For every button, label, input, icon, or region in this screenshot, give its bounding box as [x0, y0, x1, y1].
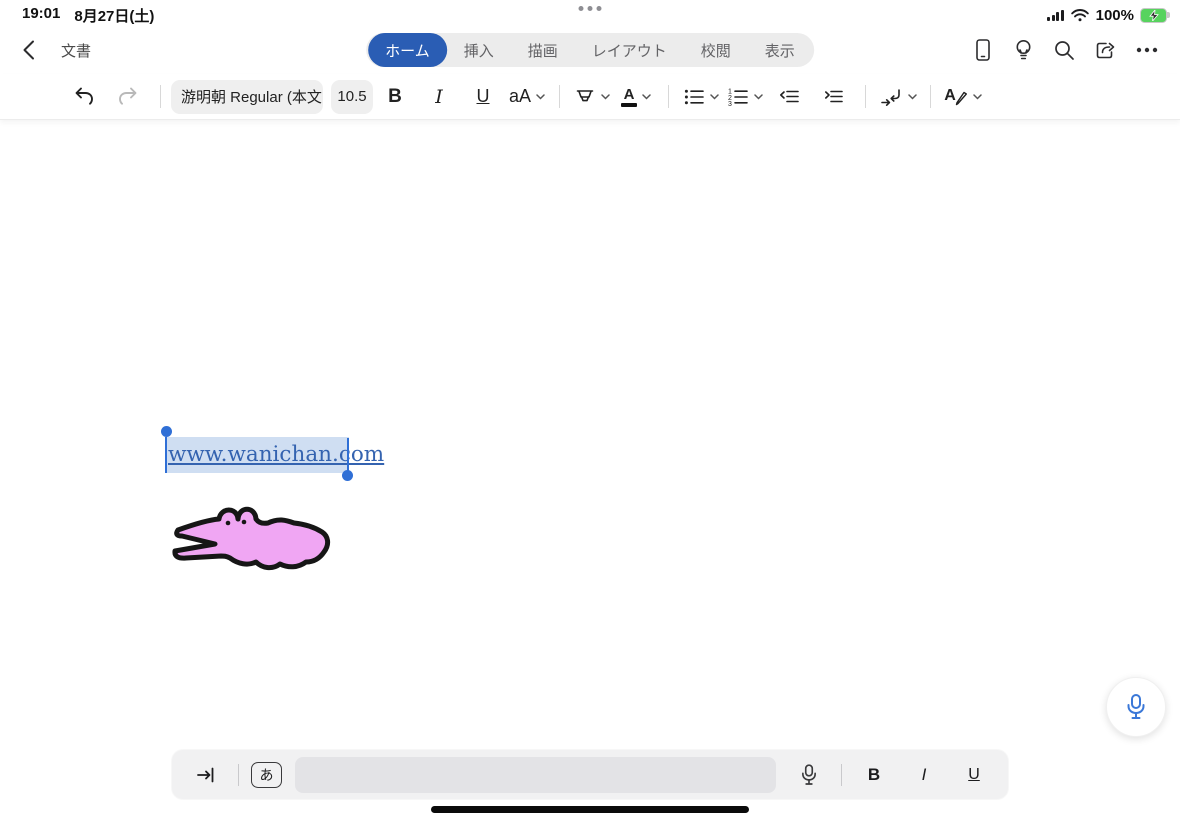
hyperlink-text[interactable]: www.wanichan.com [166, 437, 384, 473]
selection-start-bar[interactable] [165, 437, 167, 473]
date: 8月27日(土) [74, 7, 155, 25]
chevron-down-icon [710, 93, 719, 100]
tab-insert[interactable]: 挿入 [447, 33, 511, 67]
inline-text-input[interactable] [295, 756, 776, 793]
text-selection[interactable]: www.wanichan.com [166, 437, 384, 473]
home-indicator[interactable] [431, 806, 749, 813]
text-effects-button[interactable]: aA [505, 77, 549, 117]
line-break-icon [880, 88, 900, 106]
indent-button[interactable] [811, 77, 855, 117]
back-button[interactable] [18, 36, 39, 64]
wifi-icon [1070, 8, 1089, 22]
dictate-button[interactable] [1106, 677, 1166, 737]
bullet-list-icon [684, 89, 704, 104]
multitasking-dots-icon[interactable] [578, 6, 602, 11]
mic-icon [802, 763, 816, 785]
tab-key-button[interactable] [186, 755, 226, 795]
search-button[interactable] [1049, 35, 1080, 66]
chevron-down-icon [536, 93, 545, 100]
tab-home[interactable]: ホーム [368, 33, 447, 67]
battery-charging-icon [1141, 8, 1170, 22]
highlighter-button[interactable] [570, 77, 614, 117]
chevron-down-icon [601, 93, 610, 100]
outdent-button[interactable] [767, 77, 811, 117]
italic-button[interactable]: I [417, 77, 461, 117]
status-bar: 19:01 8月27日(土) 100% [0, 0, 1180, 26]
format-pen-icon: A [944, 87, 968, 106]
undo-button[interactable] [62, 77, 106, 117]
line-break-button[interactable] [876, 77, 920, 117]
font-color-button[interactable]: A [614, 77, 658, 117]
font-color-icon: A [621, 87, 637, 107]
chevron-down-icon [973, 93, 982, 100]
numbered-list-button[interactable]: 1 2 3 [723, 77, 767, 117]
formatting-toolbar: 游明朝 Regular (本文 10.5 B I U aA A 1 2 3 A [0, 74, 1180, 120]
battery-percent: 100% [1095, 6, 1134, 24]
text-effects-label: aA [508, 86, 532, 106]
underline-button[interactable]: U [461, 77, 505, 117]
outdent-icon [780, 90, 799, 102]
nav-bar: 文書 ホーム 挿入 描画 レイアウト 校閲 表示 [0, 26, 1180, 74]
clock: 19:01 [22, 4, 61, 22]
tab-view[interactable]: 表示 [748, 33, 812, 67]
selection-end-handle[interactable] [342, 469, 353, 481]
font-size-picker[interactable]: 10.5 [331, 79, 373, 114]
chevron-down-icon [642, 93, 651, 100]
accessory-bold-button[interactable]: B [854, 755, 894, 795]
crocodile-doodle[interactable] [172, 504, 334, 580]
accessory-underline-button[interactable]: U [954, 755, 994, 795]
more-ellipsis-button[interactable] [1132, 43, 1162, 57]
document-canvas[interactable]: www.wanichan.com あ B I U [0, 120, 1180, 820]
indent-icon [825, 90, 843, 102]
chevron-down-icon [754, 93, 763, 100]
share-button[interactable] [1090, 35, 1122, 66]
bold-button[interactable]: B [373, 77, 417, 117]
mobile-view-button[interactable] [968, 34, 998, 66]
tab-layout[interactable]: レイアウト [575, 33, 684, 67]
accessory-italic-button[interactable]: I [904, 755, 944, 795]
bullet-list-button[interactable] [679, 77, 723, 117]
numbered-list-icon: 1 2 3 [728, 88, 748, 107]
selection-start-handle[interactable] [160, 426, 172, 437]
mic-icon [1127, 694, 1145, 719]
tab-key-icon [197, 767, 214, 782]
document-title: 文書 [61, 42, 92, 60]
cellular-signal-icon [1047, 9, 1064, 21]
redo-button[interactable] [106, 77, 150, 117]
highlighter-icon [576, 89, 594, 101]
ime-toggle-key[interactable]: あ [251, 761, 282, 788]
font-name-picker[interactable]: 游明朝 Regular (本文 [171, 79, 323, 114]
accessory-mic-button[interactable] [789, 755, 829, 795]
ribbon-tab-bar: ホーム 挿入 描画 レイアウト 校閲 表示 [366, 33, 814, 67]
chevron-down-icon [907, 93, 917, 100]
keyboard-accessory-bar: あ B I U [172, 750, 1008, 799]
tab-draw[interactable]: 描画 [511, 33, 575, 67]
svg-text:3: 3 [728, 101, 732, 107]
format-pen-button[interactable]: A [941, 77, 985, 117]
lightbulb-button[interactable] [1008, 34, 1039, 66]
tab-review[interactable]: 校閲 [684, 33, 748, 67]
